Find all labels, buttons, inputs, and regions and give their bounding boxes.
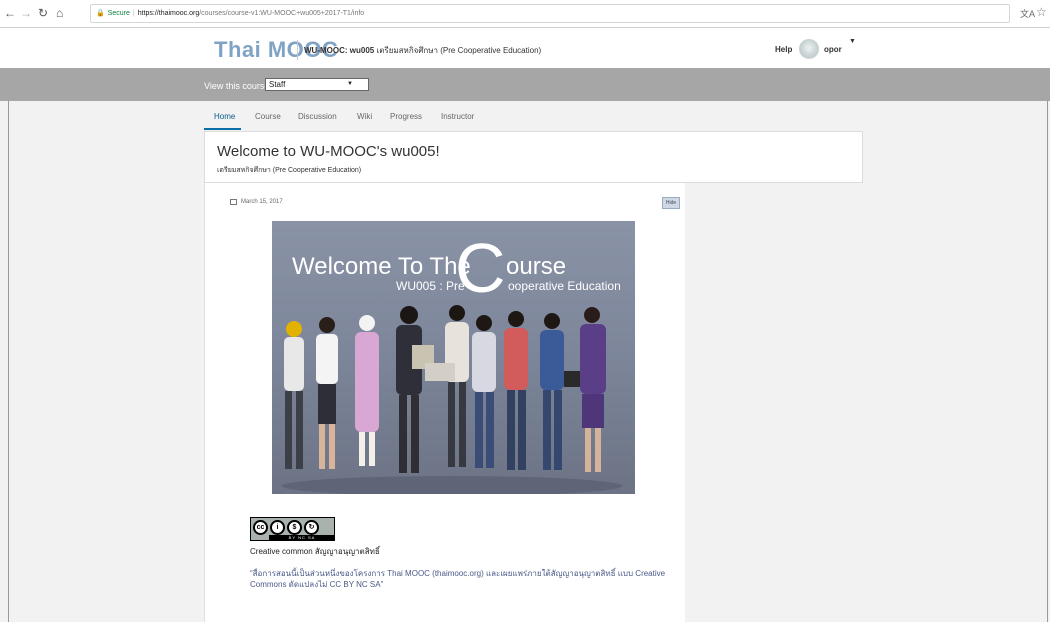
url-path: /courses/course-v1:WU-MOOC+wu005+2017-T1…	[199, 10, 365, 17]
tab-wiki[interactable]: Wiki	[357, 112, 372, 121]
sa-icon: ↻	[304, 520, 319, 535]
hide-button[interactable]: Hide	[662, 197, 680, 209]
tab-instructor[interactable]: Instructor	[441, 112, 474, 121]
user-menu-caret-icon[interactable]: ▼	[849, 38, 856, 45]
person-figures	[284, 305, 606, 473]
bookmark-star-icon[interactable]: ☆	[1036, 5, 1047, 19]
browser-toolbar: ← → ↻ ⌂ 🔒 Secure | https://thaimooc.org/cou…	[0, 0, 1050, 28]
cc-strip: BY NC SA	[269, 535, 335, 541]
reload-icon[interactable]: ↻	[38, 6, 48, 20]
forward-icon[interactable]: →	[20, 6, 32, 20]
cc-heading: Creative common สัญญาอนุญาตสิทธิ์	[250, 547, 380, 556]
tab-discussion[interactable]: Discussion	[298, 112, 337, 121]
tab-progress[interactable]: Progress	[390, 112, 422, 121]
cc-license-text: “สื่อการสอนนี้เป็นส่วนหนึ่งของโครงการ Th…	[250, 569, 666, 589]
by-icon: i	[270, 520, 285, 535]
staff-view-bar: View this course as: Staff ▼	[0, 68, 1050, 101]
banner-title: Welcome To The	[292, 253, 471, 280]
active-tab-indicator	[204, 128, 241, 130]
course-code: WU-MOOC: wu005	[304, 46, 375, 55]
update-date: March 15, 2017	[241, 199, 283, 205]
tab-home[interactable]: Home	[214, 112, 235, 121]
view-as-select[interactable]: Staff ▼	[265, 78, 369, 91]
welcome-title: Welcome to WU-MOOC's wu005!	[217, 143, 440, 160]
username[interactable]: opor	[824, 45, 842, 54]
dropdown-arrow-icon: ▼	[347, 81, 353, 87]
address-bar[interactable]: 🔒 Secure | https://thaimooc.org/courses/cou…	[90, 4, 1010, 23]
translate-icon[interactable]: 文A	[1020, 7, 1035, 20]
url-host: https://thaimooc.org	[137, 10, 200, 17]
welcome-panel: Welcome to WU-MOOC's wu005! เตรียมสหกิจศ…	[204, 131, 863, 183]
welcome-banner-image: Welcome To The C ourse WU005 : Pre ooper…	[272, 221, 635, 494]
view-as-value: Staff	[269, 80, 286, 89]
course-updates: March 15, 2017 Hide Welcome To The C our…	[204, 183, 685, 622]
home-icon[interactable]: ⌂	[56, 6, 63, 20]
course-title: WU-MOOC: wu005 เตรียมสหกิจศึกษา (Pre Coo…	[304, 44, 541, 57]
avatar[interactable]	[799, 39, 819, 59]
header-divider	[297, 40, 298, 60]
nc-icon: $	[287, 520, 302, 535]
welcome-subtitle: เตรียมสหกิจศึกษา (Pre Cooperative Educat…	[217, 167, 362, 174]
banner-subtitle-start: WU005 : Pre	[396, 279, 465, 293]
creative-commons-badge: cc i $ ↻ BY NC SA	[250, 517, 335, 541]
lock-icon: 🔒	[96, 10, 105, 17]
course-name: เตรียมสหกิจศึกษา (Pre Cooperative Educat…	[376, 46, 542, 55]
calendar-icon	[230, 199, 237, 205]
banner-subtitle-end: ooperative Education	[508, 279, 621, 293]
banner-title-end: ourse	[506, 253, 567, 280]
back-icon[interactable]: ←	[4, 6, 16, 20]
students-group-illustration	[282, 305, 622, 494]
site-header: Thai MOOC WU-MOOC: wu005 เตรียมสหกิจศึกษ…	[0, 28, 1050, 68]
secure-label: Secure	[107, 10, 130, 17]
help-link[interactable]: Help	[775, 45, 792, 54]
cc-icon: cc	[253, 520, 268, 535]
tab-course[interactable]: Course	[255, 112, 281, 121]
